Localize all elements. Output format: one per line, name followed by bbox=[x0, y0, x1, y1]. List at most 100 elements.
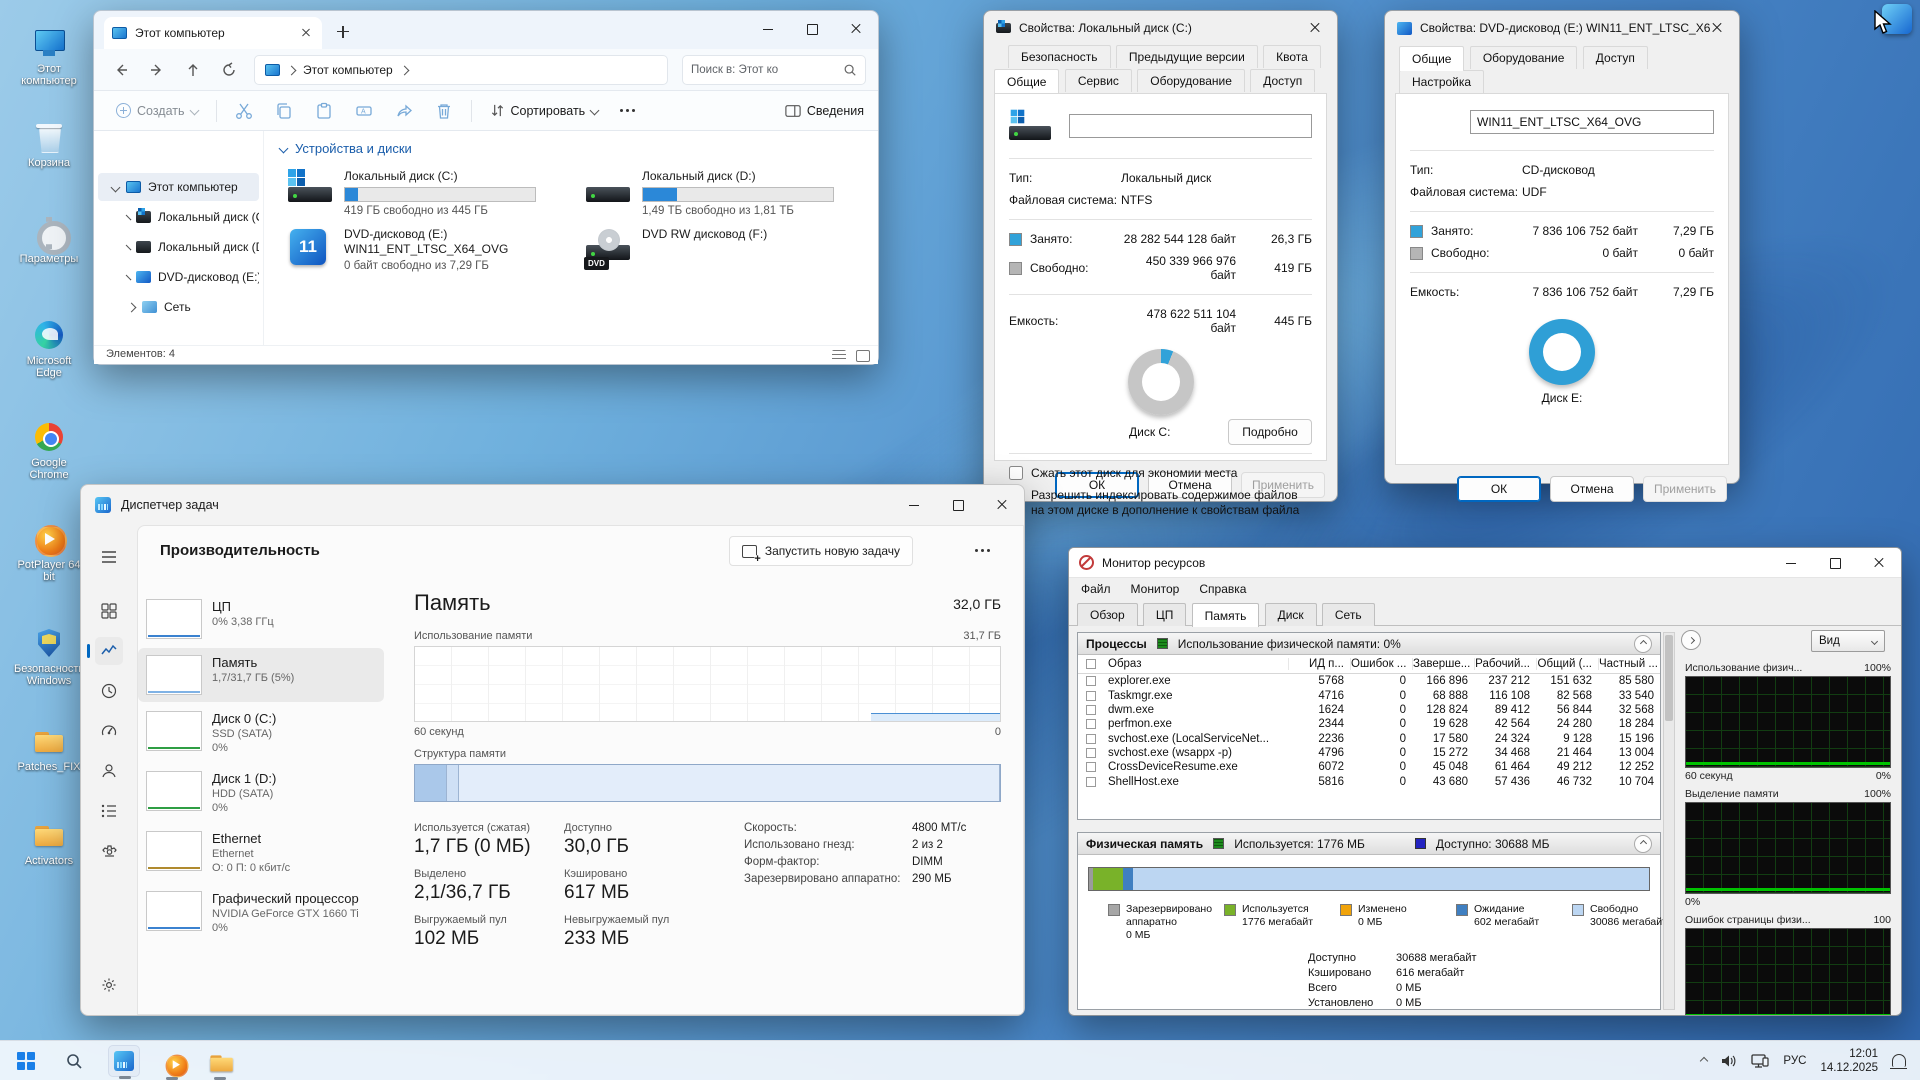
checkbox[interactable] bbox=[1086, 705, 1096, 715]
column-header[interactable]: Общий (... bbox=[1536, 658, 1598, 670]
checkbox[interactable] bbox=[1086, 676, 1096, 686]
rm-minimize-button[interactable] bbox=[1769, 548, 1813, 578]
sort-button[interactable]: Сортировать bbox=[482, 97, 607, 124]
details-pane-button[interactable]: Сведения bbox=[785, 104, 864, 118]
search-input[interactable]: Поиск в: Этот ко bbox=[682, 55, 866, 85]
expand-panel-button[interactable] bbox=[1681, 630, 1701, 650]
desktop-icon[interactable]: Безопасность Windows bbox=[14, 626, 84, 687]
column-header[interactable]: Рабочий... bbox=[1474, 658, 1536, 670]
process-row[interactable]: Taskmgr.exe 4716 0 68 888 116 108 82 568… bbox=[1078, 688, 1660, 702]
more-options-icon[interactable] bbox=[612, 96, 646, 126]
checkbox[interactable] bbox=[1086, 719, 1096, 729]
collapse-chevron-button[interactable] bbox=[1634, 835, 1652, 853]
rename-icon[interactable]: A bbox=[347, 96, 381, 126]
process-row[interactable]: CrossDeviceResume.exe 6072 0 45 048 61 4… bbox=[1078, 760, 1660, 774]
hamburger-menu-icon[interactable] bbox=[95, 543, 123, 571]
explorer-minimize-button[interactable] bbox=[746, 11, 790, 47]
process-row[interactable]: svchost.exe (LocalServiceNet... 2236 0 1… bbox=[1078, 732, 1660, 746]
tree-chevron-icon[interactable] bbox=[126, 214, 132, 220]
dialog-close-button[interactable] bbox=[1293, 11, 1337, 45]
rm-maximize-button[interactable] bbox=[1813, 548, 1857, 578]
checkbox[interactable] bbox=[1086, 659, 1096, 669]
processes-header-bar[interactable]: Процессы Использование физической памяти… bbox=[1078, 633, 1660, 655]
desktop-icon[interactable]: Patches_FIX bbox=[14, 724, 84, 773]
thumbnail-view-icon[interactable] bbox=[856, 350, 870, 362]
cancel-button[interactable]: Отмена bbox=[1550, 476, 1634, 502]
tm-more-options-icon[interactable] bbox=[975, 542, 999, 560]
menu-item[interactable]: Монитор bbox=[1131, 582, 1180, 596]
vertical-scrollbar[interactable] bbox=[1663, 632, 1675, 1010]
cut-icon[interactable] bbox=[227, 96, 261, 126]
desktop-icon[interactable]: Activators bbox=[14, 818, 84, 867]
processes-icon[interactable] bbox=[95, 597, 123, 625]
explorer-maximize-button[interactable] bbox=[790, 11, 834, 47]
drive-item[interactable]: Локальный диск (D:) 1,49 ТБ свободно из … bbox=[578, 165, 868, 223]
sidebar-item[interactable]: Локальный диск (C:) bbox=[98, 203, 259, 231]
ok-button[interactable]: ОК bbox=[1457, 476, 1541, 502]
rm-tab[interactable]: Память bbox=[1192, 603, 1260, 627]
desktop-icon[interactable]: Параметры bbox=[14, 216, 84, 265]
details-icon[interactable] bbox=[95, 797, 123, 825]
desktop-icon[interactable]: Этот компьютер bbox=[14, 26, 84, 87]
drive-item[interactable]: DVD DVD RW дисковод (F:) bbox=[578, 223, 868, 281]
column-header[interactable]: Ошибок ... bbox=[1350, 658, 1412, 670]
performance-list-item[interactable]: Графический процессор NVIDIA GeForce GTX… bbox=[138, 884, 384, 942]
scrollbar-thumb[interactable] bbox=[1665, 635, 1673, 721]
dialog-tab[interactable]: Сервис bbox=[1065, 69, 1132, 92]
settings-gear-icon[interactable] bbox=[95, 971, 123, 999]
desktop-icon[interactable]: Microsoft Edge bbox=[14, 318, 84, 379]
column-header[interactable]: Частный ... bbox=[1598, 658, 1660, 670]
desktop-icon[interactable]: Google Chrome bbox=[14, 420, 84, 481]
desktop-icon[interactable]: Корзина bbox=[14, 120, 84, 169]
compress-checkbox-row[interactable]: Сжать этот диск для экономии места bbox=[995, 462, 1326, 484]
new-button[interactable]: Создать bbox=[108, 97, 206, 124]
breadcrumb-item[interactable]: Этот компьютер bbox=[303, 63, 393, 77]
taskbar-clock[interactable]: 12:01 14.12.2025 bbox=[1820, 1047, 1878, 1075]
index-checkbox-row[interactable]: Разрешить индексировать содержимое файло… bbox=[995, 484, 1326, 522]
list-view-icon[interactable] bbox=[832, 350, 846, 362]
hidden-icons-chevron[interactable] bbox=[1700, 1056, 1708, 1064]
drive-item[interactable]: Локальный диск (C:) 419 ГБ свободно из 4… bbox=[280, 165, 570, 223]
process-row[interactable]: ShellHost.exe 5816 0 43 680 57 436 46 73… bbox=[1078, 775, 1660, 789]
checkbox[interactable] bbox=[1086, 777, 1096, 787]
paste-icon[interactable] bbox=[307, 96, 341, 126]
rm-close-button[interactable] bbox=[1857, 548, 1901, 578]
tree-chevron-icon[interactable] bbox=[126, 244, 132, 250]
network-icon[interactable] bbox=[1751, 1054, 1769, 1068]
tree-chevron-icon[interactable] bbox=[126, 274, 132, 280]
volume-label-input[interactable] bbox=[1069, 114, 1312, 138]
volume-label-input[interactable]: WIN11_ENT_LTSC_X64_OVG bbox=[1470, 110, 1714, 134]
compress-checkbox[interactable] bbox=[1009, 466, 1023, 480]
column-header-image[interactable]: Образ bbox=[1078, 658, 1288, 670]
sidebar-item[interactable]: DVD-дисковод (E:) bbox=[98, 263, 259, 291]
menu-item[interactable]: Файл bbox=[1081, 582, 1111, 596]
process-row[interactable]: explorer.exe 5768 0 166 896 237 212 151 … bbox=[1078, 674, 1660, 688]
checkbox[interactable] bbox=[1086, 762, 1096, 772]
tm-minimize-button[interactable] bbox=[892, 485, 936, 525]
menu-item[interactable]: Справка bbox=[1199, 582, 1246, 596]
dialog-tab[interactable]: Безопасность bbox=[1008, 45, 1111, 68]
performance-icon[interactable] bbox=[95, 637, 123, 665]
language-indicator[interactable]: РУС bbox=[1783, 1055, 1806, 1067]
performance-list-item[interactable]: Ethernet Ethernet О: 0 П: 0 кбит/с bbox=[138, 824, 384, 882]
performance-list-item[interactable]: Диск 0 (C:) SSD (SATA) 0% bbox=[138, 704, 384, 762]
taskbar-task-manager-button[interactable] bbox=[108, 1045, 140, 1077]
back-icon[interactable] bbox=[108, 57, 134, 83]
explorer-close-button[interactable] bbox=[834, 11, 878, 47]
checkbox[interactable] bbox=[1086, 748, 1096, 758]
rm-tab[interactable]: Сеть bbox=[1322, 603, 1375, 626]
dialog-tab[interactable]: Доступ bbox=[1250, 69, 1315, 92]
checkbox[interactable] bbox=[1086, 734, 1096, 744]
details-button[interactable]: Подробно bbox=[1228, 419, 1312, 445]
dialog-close-button[interactable] bbox=[1695, 11, 1739, 45]
taskbar-explorer-button[interactable] bbox=[204, 1045, 236, 1077]
view-dropdown-button[interactable]: Вид bbox=[1811, 630, 1885, 652]
up-icon[interactable] bbox=[180, 57, 206, 83]
performance-list-item[interactable]: Память 1,7/31,7 ГБ (5%) bbox=[138, 648, 384, 702]
column-header[interactable]: Заверше... bbox=[1412, 658, 1474, 670]
sidebar-item[interactable]: Сеть bbox=[98, 293, 259, 321]
start-button[interactable] bbox=[10, 1045, 42, 1077]
rm-tab[interactable]: Диск bbox=[1265, 603, 1317, 626]
drive-item[interactable]: 11 DVD-дисковод (E:) WIN11_ENT_LTSC_X64_… bbox=[280, 223, 570, 281]
new-tab-button[interactable] bbox=[334, 23, 352, 41]
